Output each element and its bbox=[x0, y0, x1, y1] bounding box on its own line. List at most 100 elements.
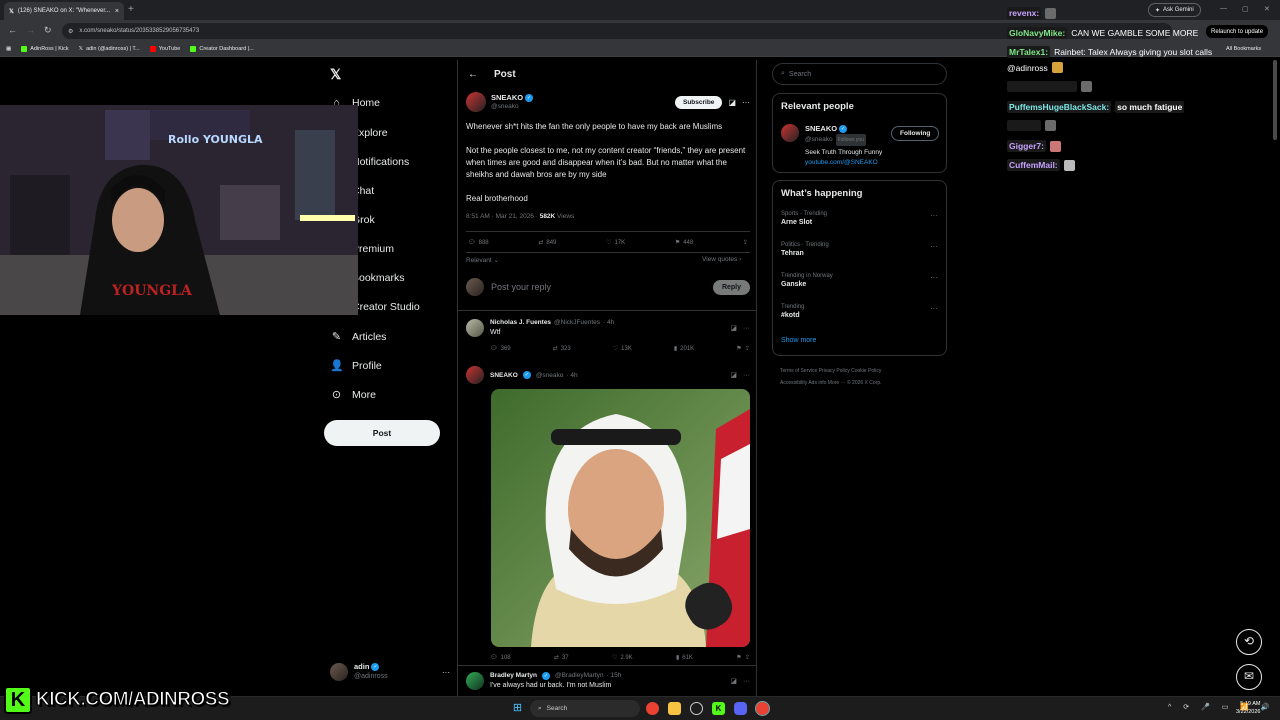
like-button[interactable]: ♡ 17K bbox=[606, 239, 625, 247]
person-name[interactable]: SNEAKO bbox=[805, 124, 837, 134]
bookmark-button[interactable]: ⚑ 448 bbox=[675, 239, 693, 247]
windows-start-icon[interactable]: ⊞ bbox=[511, 702, 524, 715]
maximize-icon[interactable]: ▢ bbox=[1242, 5, 1249, 13]
reply-button[interactable]: 💬︎ 888 bbox=[468, 239, 489, 247]
trend-item[interactable]: Trending in Norway Ganske bbox=[781, 273, 833, 288]
close-tab-icon[interactable]: × bbox=[115, 8, 119, 15]
author-handle[interactable]: @sneako bbox=[536, 372, 564, 379]
subscribe-button[interactable]: Subscribe bbox=[675, 95, 723, 109]
more-icon[interactable]: ··· bbox=[930, 273, 938, 282]
footer-line[interactable]: Terms of Service Privacy Policy Cookie P… bbox=[780, 365, 950, 377]
share-icon[interactable]: ⇪ bbox=[743, 239, 748, 246]
chrome-active-icon[interactable] bbox=[755, 701, 770, 716]
avatar[interactable] bbox=[466, 366, 484, 384]
nav-more[interactable]: ⊙ More bbox=[330, 388, 450, 402]
nav-articles[interactable]: ✎ Articles bbox=[330, 330, 450, 344]
author-handle[interactable]: @BradleyMartyn bbox=[555, 671, 604, 681]
clock[interactable]: 5:19 AM 3/22/2026 bbox=[1236, 700, 1260, 716]
reply-item[interactable]: Bradley Martyn ✓ @BradleyMartyn · 15h I've … bbox=[466, 671, 750, 691]
messages-float-icon[interactable]: ✉ bbox=[1236, 664, 1262, 690]
grok-icon[interactable]: ◪ bbox=[730, 371, 737, 379]
forward-icon[interactable]: → bbox=[26, 25, 35, 35]
new-tab-button[interactable]: + bbox=[128, 4, 134, 15]
reload-icon[interactable]: ↻ bbox=[44, 25, 52, 36]
repost-button[interactable]: ⇄ 37 bbox=[554, 654, 569, 662]
author-name[interactable]: SNEAKO bbox=[490, 372, 518, 379]
grok-float-icon[interactable]: ⟲ bbox=[1236, 629, 1262, 655]
avatar[interactable] bbox=[466, 92, 486, 112]
discord-icon[interactable] bbox=[734, 702, 747, 715]
account-switcher[interactable]: adin ✓ @adinross ··· bbox=[330, 662, 450, 682]
back-icon[interactable]: ← bbox=[8, 25, 17, 35]
grok-icon[interactable]: ◪ bbox=[730, 324, 737, 332]
ask-gemini-button[interactable]: ✦ Ask Gemini bbox=[1148, 3, 1201, 17]
show-more-link[interactable]: Show more bbox=[781, 337, 816, 344]
chrome-icon[interactable] bbox=[646, 702, 659, 715]
bookmark-youtube[interactable]: YouTube bbox=[149, 46, 180, 52]
more-icon[interactable]: ··· bbox=[930, 211, 938, 220]
like-button[interactable]: ♡ 2.9K bbox=[612, 654, 633, 662]
avatar[interactable] bbox=[781, 124, 799, 142]
person-link[interactable]: youtube.com/@SNEAKO bbox=[805, 158, 882, 168]
reply-item[interactable]: SNEAKO ✓ @sneako · 4h ◪ ··· 💬︎ 108 ⇄ 37 … bbox=[466, 366, 750, 661]
kick-app-icon[interactable]: K bbox=[712, 702, 725, 715]
apps-icon[interactable]: ▦ bbox=[6, 46, 11, 52]
search-input[interactable]: ⌕ Search bbox=[772, 63, 947, 85]
post-time[interactable]: 8:51 AM · Mar 21, 2026 · bbox=[466, 213, 540, 220]
person-handle[interactable]: @sneako bbox=[805, 135, 833, 145]
more-icon[interactable]: ··· bbox=[743, 372, 750, 379]
bookmark-creator-dashboard[interactable]: Creator Dashboard |... bbox=[190, 46, 254, 52]
avatar[interactable] bbox=[466, 672, 484, 690]
taskbar-search[interactable]: ⌕ Search bbox=[530, 700, 640, 717]
footer-line[interactable]: Accessibility Ads info More ··· © 2026 X… bbox=[780, 377, 950, 389]
reply-item[interactable]: Nicholas J. Fuentes @NickJFuentes · 4h Wtf… bbox=[466, 318, 750, 352]
url-input[interactable]: ⚙ x.com/sneako/status/203533852905673547… bbox=[62, 23, 1172, 39]
more-icon[interactable]: ··· bbox=[930, 242, 938, 251]
reply-button[interactable]: 💬︎ 369 bbox=[490, 345, 511, 353]
views-button[interactable]: ▮ 201K bbox=[674, 345, 694, 353]
view-quotes-link[interactable]: View quotes › bbox=[702, 256, 741, 263]
avatar[interactable] bbox=[466, 319, 484, 337]
back-arrow-icon[interactable]: ← bbox=[468, 69, 478, 80]
close-window-icon[interactable]: ✕ bbox=[1264, 5, 1270, 13]
obs-icon[interactable] bbox=[690, 702, 703, 715]
bookmark-x[interactable]: 𝕏adin (@adinross) | T... bbox=[79, 46, 140, 52]
following-button[interactable]: Following bbox=[891, 126, 940, 141]
trend-item[interactable]: Politics · Trending Tehran bbox=[781, 242, 829, 257]
relaunch-button[interactable]: Relaunch to update bbox=[1206, 25, 1269, 38]
more-icon[interactable]: ··· bbox=[742, 98, 750, 107]
author-name[interactable]: Nicholas J. Fuentes bbox=[490, 318, 551, 328]
reply-button[interactable]: 💬︎ 108 bbox=[490, 654, 511, 662]
reply-submit-button[interactable]: Reply bbox=[712, 279, 750, 295]
sort-dropdown[interactable]: Relevant ⌄ bbox=[466, 256, 499, 264]
views-button[interactable]: ▮ 61K bbox=[676, 654, 693, 662]
like-button[interactable]: ♡ 13K bbox=[613, 345, 632, 353]
all-bookmarks-button[interactable]: All Bookmarks bbox=[1226, 46, 1261, 52]
author-handle[interactable]: @NickJFuentes bbox=[554, 318, 600, 328]
trend-item[interactable]: Trending #kotd bbox=[781, 304, 804, 319]
bookmark-icon[interactable]: ⚑ ⇪ bbox=[736, 654, 750, 661]
grok-icon[interactable]: ◪ bbox=[730, 677, 737, 685]
reply-image[interactable] bbox=[491, 389, 750, 647]
more-icon[interactable]: ··· bbox=[743, 325, 750, 332]
bookmark-kick[interactable]: AdinRoss | Kick bbox=[21, 46, 69, 52]
repost-button[interactable]: ⇄ 323 bbox=[553, 345, 571, 353]
bookmark-icon[interactable]: ⚑ ⇪ bbox=[736, 345, 750, 352]
author-name[interactable]: SNEAKO bbox=[491, 93, 523, 102]
file-explorer-icon[interactable] bbox=[668, 702, 681, 715]
nav-profile[interactable]: 👤 Profile bbox=[330, 359, 450, 373]
more-icon[interactable]: ··· bbox=[930, 304, 938, 313]
browser-tab[interactable]: 𝕏 (126) SNEAKO on X: "Whenever... × bbox=[4, 2, 124, 20]
post-button[interactable]: Post bbox=[324, 420, 440, 446]
x-logo-icon[interactable]: 𝕏 bbox=[330, 66, 341, 83]
scrollbar[interactable] bbox=[1273, 60, 1277, 140]
reply-input[interactable]: Post your reply bbox=[491, 282, 551, 292]
more-icon[interactable]: ··· bbox=[743, 678, 750, 685]
site-info-icon[interactable]: ⚙ bbox=[68, 28, 73, 35]
trend-item[interactable]: Sports · Trending Arne Slot bbox=[781, 211, 827, 226]
author-name[interactable]: Bradley Martyn bbox=[490, 671, 537, 681]
minimize-icon[interactable]: — bbox=[1220, 5, 1227, 12]
grok-icon[interactable]: ◪ bbox=[728, 98, 736, 107]
author-handle[interactable]: @sneako bbox=[491, 102, 535, 111]
repost-button[interactable]: ⇄ 849 bbox=[538, 239, 556, 247]
